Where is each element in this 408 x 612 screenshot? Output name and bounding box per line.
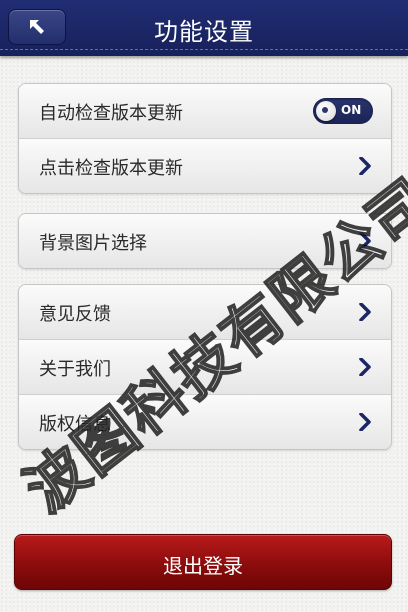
chevron-right-icon [359, 303, 371, 321]
row-label: 意见反馈 [39, 304, 111, 325]
row-about-us[interactable]: 关于我们 [19, 339, 391, 394]
row-auto-check-update[interactable]: 自动检查版本更新 ON [19, 84, 391, 138]
auto-update-toggle[interactable]: ON [313, 98, 373, 124]
toggle-knob [316, 101, 336, 121]
chevron-right-icon [359, 358, 371, 376]
row-label: 版权信息 [39, 414, 111, 435]
chevron-right-icon [359, 157, 371, 175]
settings-group-background: 背景图片选择 [18, 213, 392, 269]
settings-group-update: 自动检查版本更新 ON 点击检查版本更新 [18, 83, 392, 194]
row-feedback[interactable]: 意见反馈 [19, 285, 391, 339]
row-manual-check-update[interactable]: 点击检查版本更新 [19, 138, 391, 193]
page-title: 功能设置 [154, 18, 254, 46]
chevron-right-icon [359, 413, 371, 431]
row-label: 背景图片选择 [39, 233, 147, 254]
row-label: 自动检查版本更新 [39, 103, 183, 124]
logout-button[interactable]: 退出登录 [14, 534, 392, 590]
row-label: 点击检查版本更新 [39, 158, 183, 179]
logout-label: 退出登录 [163, 554, 243, 578]
row-copyright[interactable]: 版权信息 [19, 394, 391, 449]
row-label: 关于我们 [39, 359, 111, 380]
title-bar: 功能设置 [0, 0, 408, 56]
settings-group-about: 意见反馈 关于我们 版权信息 [18, 284, 392, 450]
chevron-right-icon [359, 232, 371, 250]
row-background-image[interactable]: 背景图片选择 [19, 214, 391, 268]
toggle-state-text: ON [341, 103, 362, 117]
